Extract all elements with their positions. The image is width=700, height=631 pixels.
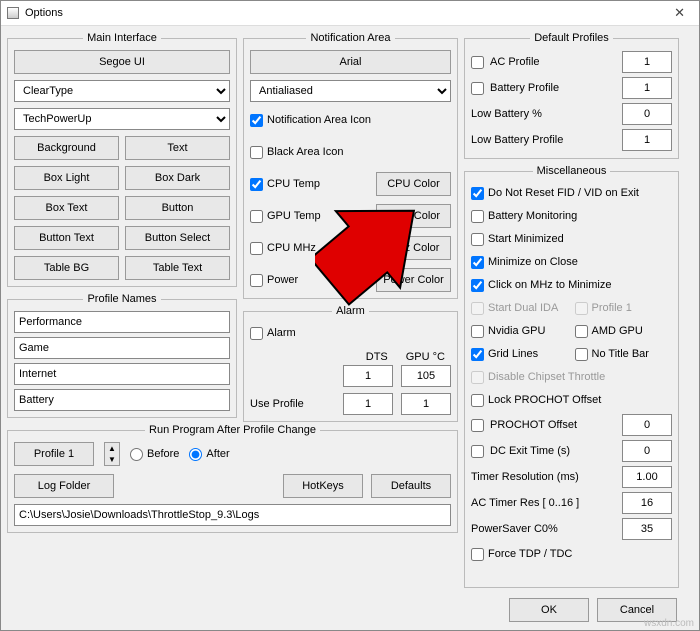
ok-button[interactable]: OK — [509, 598, 589, 622]
prochot-offset-checkbox[interactable] — [471, 419, 484, 432]
low-battery-profile-value[interactable] — [622, 129, 672, 151]
amd-gpu-checkbox[interactable]: AMD GPU — [575, 321, 673, 341]
profile-name-field[interactable] — [14, 363, 230, 385]
battery-profile-value[interactable] — [622, 77, 672, 99]
grid-lines-checkbox[interactable]: Grid Lines — [471, 344, 569, 364]
misc-group: Miscellaneous Do Not Reset FID / VID on … — [464, 165, 679, 588]
cpu-mhz-checkbox[interactable]: CPU MHz — [250, 238, 316, 258]
start-dual-ida-checkbox[interactable]: Start Dual IDA — [471, 298, 569, 318]
gpu-label: GPU °C — [406, 351, 445, 363]
ac-profile-checkbox[interactable] — [471, 56, 484, 69]
battery-profile-checkbox[interactable] — [471, 82, 484, 95]
button-select-button[interactable]: Button Select — [125, 226, 230, 250]
profile-names-legend: Profile Names — [83, 293, 160, 305]
default-profiles-group: Default Profiles AC Profile Battery Profi… — [464, 32, 679, 159]
profile-stepper[interactable]: ▲▼ — [104, 442, 120, 466]
gpu-color-button[interactable]: GPU Color — [376, 204, 451, 228]
up1-field[interactable] — [343, 393, 393, 415]
watermark: wsxdn.com — [644, 618, 694, 629]
close-icon[interactable]: ✕ — [666, 3, 693, 23]
profile-name-field[interactable] — [14, 337, 230, 359]
button-button[interactable]: Button — [125, 196, 230, 220]
disable-chipset-throttle-checkbox[interactable]: Disable Chipset Throttle — [471, 367, 672, 387]
do-not-reset-fid-vid-on-exit-checkbox[interactable]: Do Not Reset FID / VID on Exit — [471, 183, 672, 203]
misc-legend: Miscellaneous — [533, 165, 611, 177]
box-light-button[interactable]: Box Light — [14, 166, 119, 190]
brand-select[interactable]: TechPowerUp — [14, 108, 230, 130]
ac-profile-value[interactable] — [622, 51, 672, 73]
dc-exit-time-s--checkbox[interactable] — [471, 445, 484, 458]
label: AC Timer Res [ 0..16 ] — [471, 497, 616, 509]
main-interface-group: Main Interface Segoe UI ClearType TechPo… — [7, 32, 237, 287]
text-button[interactable]: Text — [125, 136, 230, 160]
black-area-icon-checkbox[interactable]: Black Area Icon — [250, 142, 343, 162]
minimize-on-close-checkbox[interactable]: Minimize on Close — [471, 252, 672, 272]
low-battery--value[interactable] — [622, 103, 672, 125]
profile--checkbox[interactable]: Profile 1 — [575, 298, 673, 318]
notif-font-button[interactable]: Arial — [250, 50, 451, 74]
default-profiles-legend: Default Profiles — [530, 32, 613, 44]
profile-names-group: Profile Names — [7, 293, 237, 418]
no-title-bar-checkbox[interactable]: No Title Bar — [575, 344, 673, 364]
use-profile-label: Use Profile — [250, 398, 304, 410]
cpu-color-button[interactable]: CPU Color — [376, 172, 451, 196]
notification-group: Notification Area Arial Antialiased Noti… — [243, 32, 458, 299]
gpu-temp-checkbox[interactable]: GPU Temp — [250, 206, 321, 226]
label: Battery Profile — [490, 82, 616, 94]
alarm-group: Alarm Alarm DTS GPU °C Use Profile — [243, 305, 458, 422]
start-minimized-checkbox[interactable]: Start Minimized — [471, 229, 672, 249]
app-icon — [7, 7, 19, 19]
prochot-offset-value[interactable] — [622, 414, 672, 436]
background-button[interactable]: Background — [14, 136, 119, 160]
nvidia-gpu-checkbox[interactable]: Nvidia GPU — [471, 321, 569, 341]
after-radio[interactable]: After — [189, 444, 229, 464]
battery-monitoring-checkbox[interactable]: Battery Monitoring — [471, 206, 672, 226]
notification-area-icon-checkbox[interactable]: Notification Area Icon — [250, 110, 371, 130]
notification-legend: Notification Area — [306, 32, 394, 44]
power-color-button[interactable]: Power Color — [376, 268, 451, 292]
ac-timer-res--value[interactable] — [622, 492, 672, 514]
table-text-button[interactable]: Table Text — [125, 256, 230, 280]
alarm-legend: Alarm — [332, 305, 369, 317]
font-button[interactable]: Segoe UI — [14, 50, 230, 74]
gpuc-field[interactable] — [401, 365, 451, 387]
label: PowerSaver C0% — [471, 523, 616, 535]
timer-resolution-ms--value[interactable] — [622, 466, 672, 488]
profile-name-field[interactable] — [14, 389, 230, 411]
powersaver-c--value[interactable] — [622, 518, 672, 540]
dc-exit-time-s--value[interactable] — [622, 440, 672, 462]
up2-field[interactable] — [401, 393, 451, 415]
aa-select[interactable]: Antialiased — [250, 80, 451, 102]
label: PROCHOT Offset — [490, 419, 616, 431]
label: Low Battery % — [471, 108, 616, 120]
profile-select-button[interactable]: Profile 1 — [14, 442, 94, 466]
before-radio[interactable]: Before — [130, 444, 179, 464]
window-title: Options — [25, 7, 63, 19]
force-tdp-tdc-checkbox[interactable]: Force TDP / TDC — [471, 544, 672, 564]
log-folder-button[interactable]: Log Folder — [14, 474, 114, 498]
main-interface-legend: Main Interface — [83, 32, 161, 44]
dts-label: DTS — [366, 351, 388, 363]
cpu-temp-checkbox[interactable]: CPU Temp — [250, 174, 320, 194]
label: AC Profile — [490, 56, 616, 68]
mhz-color-button[interactable]: MHz Color — [376, 236, 451, 260]
lock-prochot-offset-checkbox[interactable]: Lock PROCHOT Offset — [471, 390, 672, 410]
button-text-button[interactable]: Button Text — [14, 226, 119, 250]
profile-name-field[interactable] — [14, 311, 230, 333]
label: Timer Resolution (ms) — [471, 471, 616, 483]
titlebar: Options ✕ — [1, 1, 699, 26]
box-dark-button[interactable]: Box Dark — [125, 166, 230, 190]
click-on-mhz-to-minimize-checkbox[interactable]: Click on MHz to Minimize — [471, 275, 672, 295]
options-window: Options ✕ Main Interface Segoe UI ClearT… — [0, 0, 700, 631]
body: Main Interface Segoe UI ClearType TechPo… — [1, 26, 699, 630]
dts-field[interactable] — [343, 365, 393, 387]
box-text-button[interactable]: Box Text — [14, 196, 119, 220]
label: DC Exit Time (s) — [490, 445, 616, 457]
power-checkbox[interactable]: Power — [250, 270, 298, 290]
alarm-checkbox[interactable]: Alarm — [250, 323, 451, 343]
render-select[interactable]: ClearType — [14, 80, 230, 102]
table-bg-button[interactable]: Table BG — [14, 256, 119, 280]
label: Low Battery Profile — [471, 134, 616, 146]
